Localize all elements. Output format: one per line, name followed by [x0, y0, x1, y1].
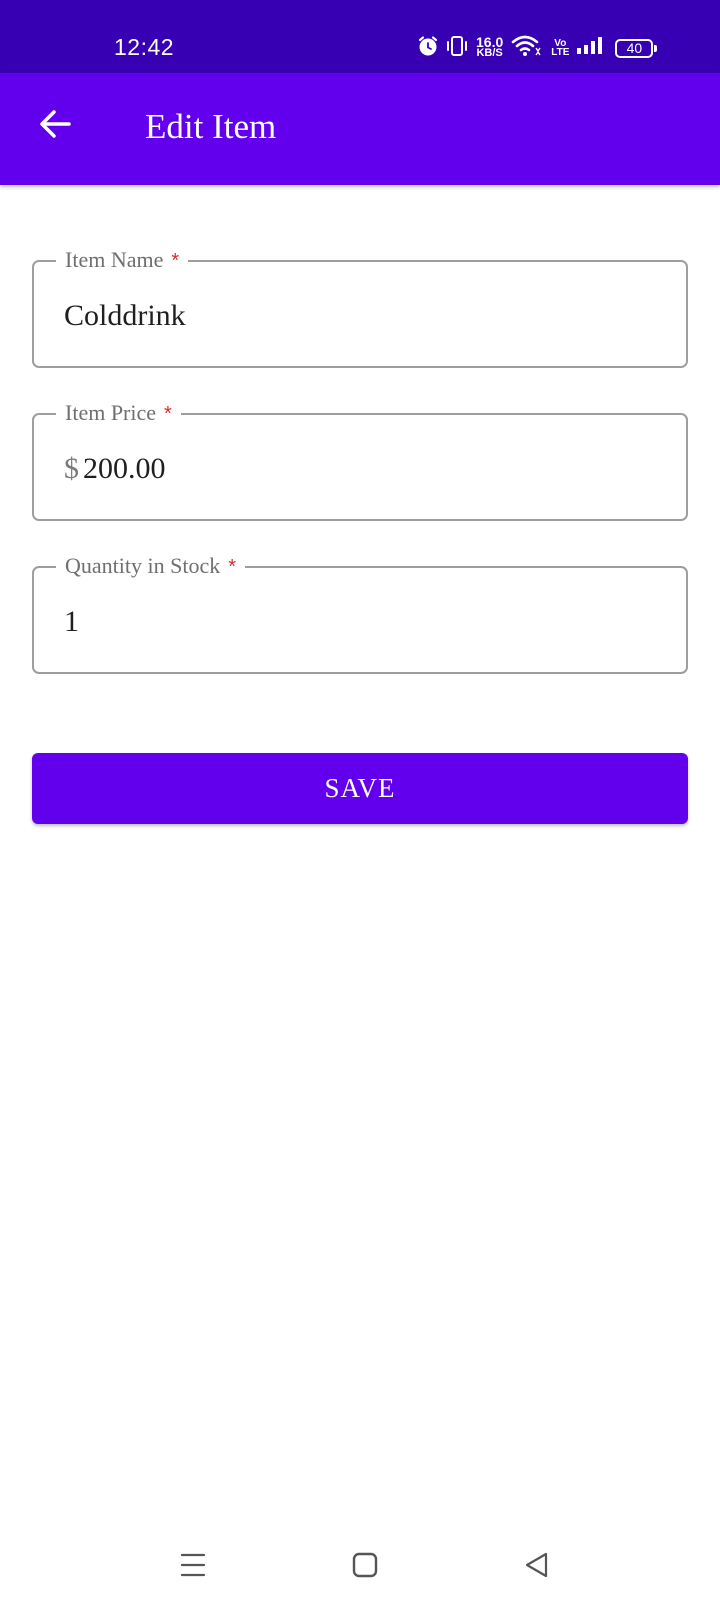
required-mark: * [164, 403, 172, 425]
home-icon [350, 1550, 380, 1585]
home-button[interactable] [340, 1542, 390, 1592]
status-icons: 16.0 KB/S Vo LTE 40 [416, 34, 658, 63]
save-button[interactable]: SAVE [32, 753, 688, 824]
quantity-input[interactable]: 1 [64, 602, 79, 642]
required-mark: * [171, 250, 180, 272]
nav-bar [0, 1530, 720, 1600]
currency-prefix: $ [64, 452, 79, 485]
item-price-input[interactable]: $200.00 [64, 449, 166, 489]
quantity-field[interactable]: Quantity in Stock * 1 [32, 552, 688, 674]
item-name-input[interactable]: Colddrink [64, 296, 186, 336]
status-bar: 12:42 16.0 KB/S Vo LTE 40 [0, 0, 720, 73]
battery-icon: 40 [615, 38, 658, 58]
vibrate-icon [446, 34, 468, 63]
status-time: 12:42 [114, 34, 175, 60]
signal-icon [575, 34, 603, 63]
item-name-field[interactable]: Item Name * Colddrink [32, 246, 688, 368]
quantity-label-text: Quantity in Stock [65, 553, 221, 578]
arrow-back-icon [37, 106, 73, 147]
alarm-icon [416, 34, 440, 63]
back-triangle-icon [522, 1550, 552, 1585]
item-price-label: Item Price * [56, 399, 181, 428]
net-speed-unit: KB/S [476, 47, 503, 59]
net-speed: 16.0 KB/S [476, 35, 503, 59]
app-bar: Edit Item [0, 73, 720, 185]
required-mark: * [228, 556, 237, 578]
item-price-value: 200.00 [83, 452, 166, 485]
quantity-label: Quantity in Stock * [56, 552, 246, 581]
recents-button[interactable] [168, 1542, 218, 1592]
volte-indicator: Vo LTE [551, 39, 570, 58]
nav-back-button[interactable] [512, 1542, 562, 1592]
item-name-label: Item Name * [56, 246, 189, 275]
item-price-field[interactable]: Item Price * $200.00 [32, 399, 688, 521]
page-title: Edit Item [145, 107, 277, 146]
wifi-icon [511, 34, 541, 63]
back-button[interactable] [30, 101, 80, 151]
volte-bottom: LTE [551, 47, 570, 58]
item-price-label-text: Item Price [65, 400, 157, 425]
item-name-label-text: Item Name [65, 247, 164, 272]
recents-icon [178, 1550, 208, 1585]
